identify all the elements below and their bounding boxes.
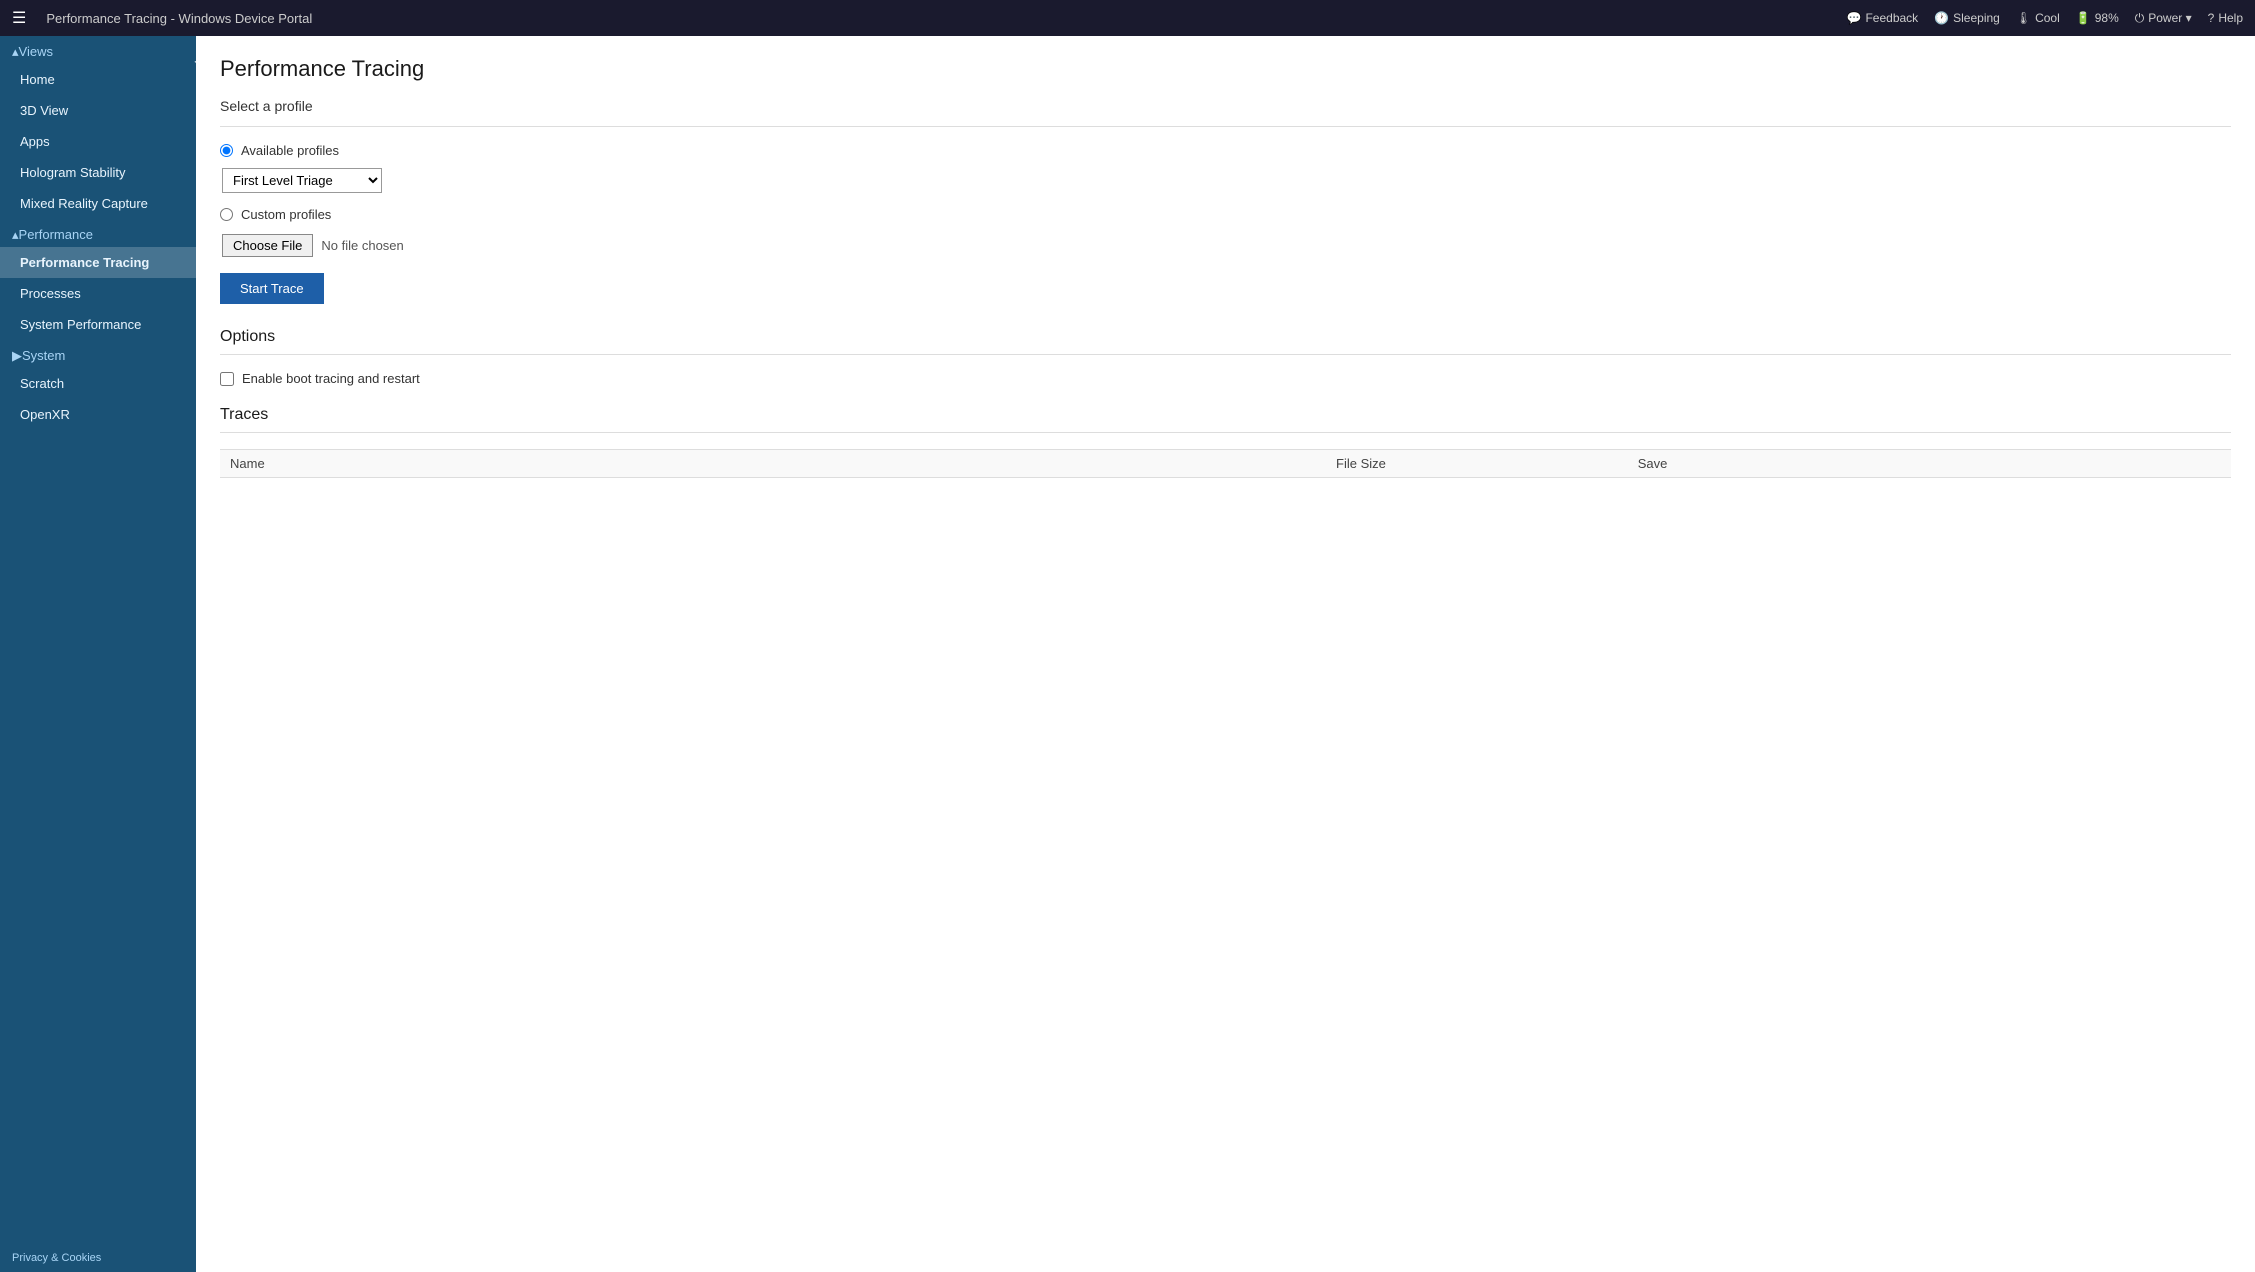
options-title: Options bbox=[220, 328, 2231, 346]
custom-profiles-label[interactable]: Custom profiles bbox=[241, 207, 331, 222]
options-section: Options Enable boot tracing and restart bbox=[220, 328, 2231, 386]
sidebar-item-scratch[interactable]: Scratch bbox=[0, 368, 196, 399]
profile-dropdown-row: First Level TriageCPU/MemoryGPUNetworkCu… bbox=[220, 168, 2231, 193]
section-divider-traces bbox=[220, 432, 2231, 433]
profile-dropdown[interactable]: First Level TriageCPU/MemoryGPUNetworkCu… bbox=[222, 168, 382, 193]
feedback-button[interactable]: 💬 Feedback bbox=[1847, 11, 1919, 25]
select-profile-label: Select a profile bbox=[220, 98, 2231, 114]
enable-boot-tracing-label[interactable]: Enable boot tracing and restart bbox=[242, 371, 420, 386]
help-icon: ? bbox=[2208, 11, 2215, 25]
page-title: Performance Tracing bbox=[220, 56, 2231, 82]
col-header-filesize: File Size bbox=[1326, 450, 1628, 478]
choose-file-button[interactable]: Choose File bbox=[222, 234, 313, 257]
sidebar-item-processes[interactable]: Processes bbox=[0, 278, 196, 309]
sidebar-section-performance[interactable]: ▴Performance bbox=[0, 219, 196, 247]
sidebar-item-openxr[interactable]: OpenXR bbox=[0, 399, 196, 430]
traces-section: Traces Name File Size Save bbox=[220, 406, 2231, 478]
topbar-title: Performance Tracing - Windows Device Por… bbox=[46, 11, 1834, 26]
sidebar-item-mixed-reality-capture[interactable]: Mixed Reality Capture bbox=[0, 188, 196, 219]
content-area: Performance Tracing Select a profile Ava… bbox=[196, 36, 2255, 1272]
traces-title: Traces bbox=[220, 406, 2231, 424]
main-layout: ◀ ▴Views Home 3D View Apps Hologram Stab… bbox=[0, 36, 2255, 1272]
thermometer-icon: 🌡 bbox=[2016, 11, 2031, 25]
traces-table: Name File Size Save bbox=[220, 449, 2231, 478]
sidebar-item-apps[interactable]: Apps bbox=[0, 126, 196, 157]
sidebar-item-3d-view[interactable]: 3D View bbox=[0, 95, 196, 126]
sidebar-item-system-performance[interactable]: System Performance bbox=[0, 309, 196, 340]
col-header-save: Save bbox=[1628, 450, 2231, 478]
table-header-row: Name File Size Save bbox=[220, 450, 2231, 478]
menu-icon[interactable]: ☰ bbox=[12, 8, 26, 28]
select-profile-section: Select a profile Available profiles Firs… bbox=[220, 98, 2231, 328]
topbar: ☰ Performance Tracing - Windows Device P… bbox=[0, 0, 2255, 36]
topbar-right: 💬 Feedback 🕐 Sleeping 🌡 Cool 🔋 98% ⏻ Pow… bbox=[1847, 11, 2243, 26]
feedback-icon: 💬 bbox=[1847, 11, 1862, 25]
cool-status: 🌡 Cool bbox=[2016, 11, 2060, 25]
sidebar-toggle-button[interactable]: ◀ bbox=[190, 46, 196, 76]
sidebar-item-home[interactable]: Home bbox=[0, 64, 196, 95]
section-divider-options bbox=[220, 354, 2231, 355]
sidebar-section-views[interactable]: ▴Views bbox=[0, 36, 196, 64]
help-button[interactable]: ? Help bbox=[2208, 11, 2243, 25]
sidebar-item-hologram-stability[interactable]: Hologram Stability bbox=[0, 157, 196, 188]
available-profiles-radio-group: Available profiles bbox=[220, 143, 2231, 158]
no-file-text: No file chosen bbox=[321, 238, 403, 253]
section-divider-profile bbox=[220, 126, 2231, 127]
battery-icon: 🔋 bbox=[2076, 11, 2091, 25]
enable-boot-tracing-checkbox[interactable] bbox=[220, 372, 234, 386]
file-chooser-row: Choose File No file chosen bbox=[220, 234, 2231, 257]
privacy-cookies-link[interactable]: Privacy & Cookies bbox=[0, 1244, 196, 1272]
sidebar-item-performance-tracing[interactable]: Performance Tracing bbox=[0, 247, 196, 278]
power-icon: ⏻ bbox=[2135, 11, 2145, 26]
start-trace-button[interactable]: Start Trace bbox=[220, 273, 324, 304]
col-header-name: Name bbox=[220, 450, 1326, 478]
custom-profiles-radio-group: Custom profiles bbox=[220, 207, 2231, 222]
power-button[interactable]: ⏻ Power ▾ bbox=[2135, 11, 2192, 26]
available-profiles-radio[interactable] bbox=[220, 144, 233, 157]
battery-status: 🔋 98% bbox=[2076, 11, 2119, 25]
sidebar: ◀ ▴Views Home 3D View Apps Hologram Stab… bbox=[0, 36, 196, 1272]
sleeping-status: 🕐 Sleeping bbox=[1934, 11, 2000, 25]
enable-boot-tracing-row: Enable boot tracing and restart bbox=[220, 371, 2231, 386]
sleeping-icon: 🕐 bbox=[1934, 11, 1949, 25]
custom-profiles-radio[interactable] bbox=[220, 208, 233, 221]
sidebar-section-system[interactable]: ▶System bbox=[0, 340, 196, 368]
available-profiles-label[interactable]: Available profiles bbox=[241, 143, 339, 158]
